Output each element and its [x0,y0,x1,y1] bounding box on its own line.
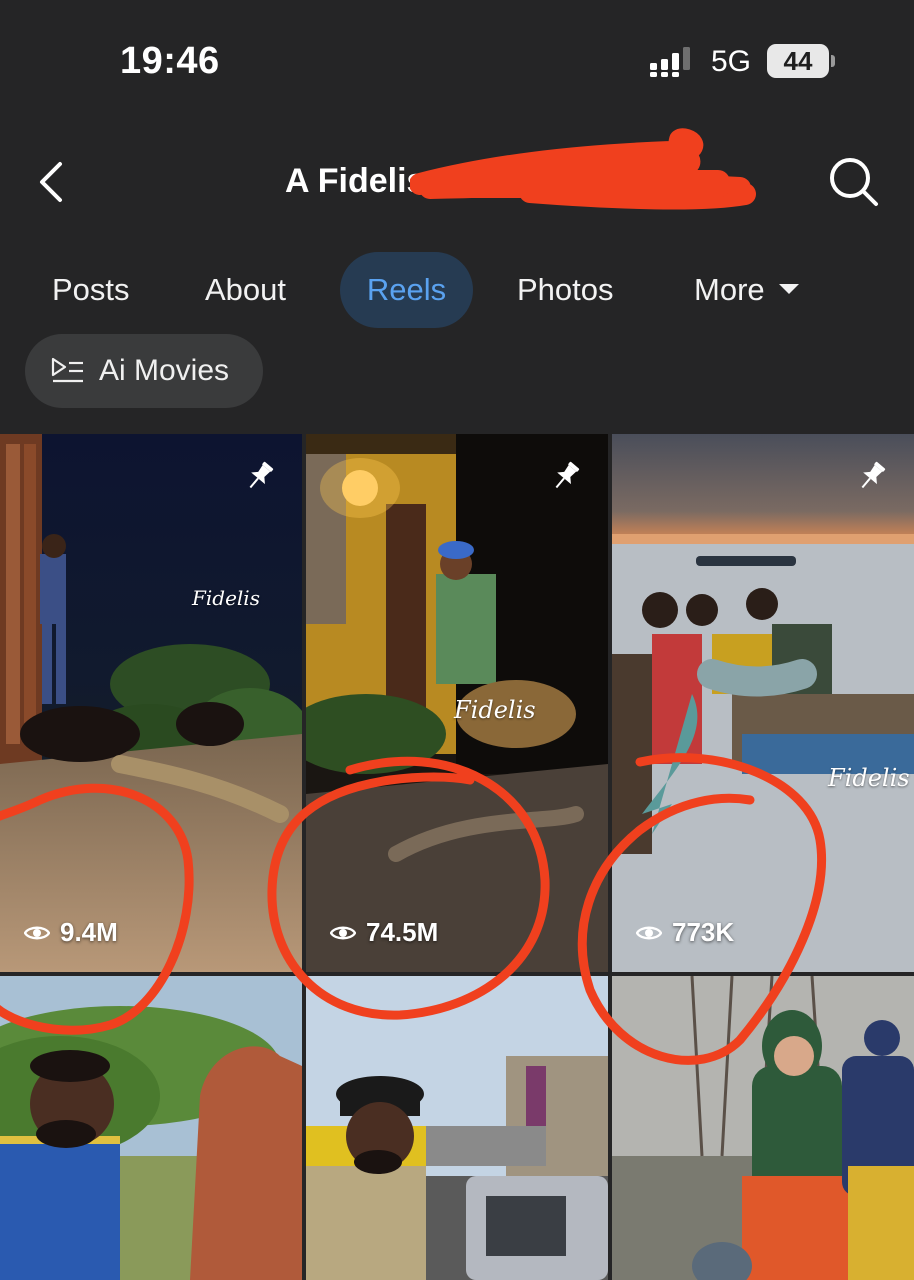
watermark-brand: Fidelis [454,696,536,724]
view-count: 773K [636,917,734,948]
reel-thumbnail [0,434,302,972]
network-type: 5G [711,45,752,78]
eye-icon [330,926,356,939]
reel-tile[interactable] [306,976,608,1280]
reel-tile[interactable]: Fidelis 773K [612,434,914,972]
tab-photos[interactable]: Photos [517,252,614,328]
fidelis-watermark: Fidelis [454,696,536,724]
search-button[interactable] [826,154,882,210]
tab-reels[interactable]: Reels [340,252,473,328]
reel-thumbnail [306,976,608,1280]
page-header: A Fidelis [0,130,914,230]
reel-thumbnail [612,434,914,972]
caret-down-icon [778,283,799,294]
status-bar: 19:46 5G 44 [0,0,914,120]
cellular-signal-icon [650,47,690,77]
battery-level: 44 [767,44,829,78]
ai-movies-chip[interactable]: Ai Movies [25,334,263,408]
profile-tabs: Posts About Reels Photos More [0,250,914,332]
tab-about[interactable]: About [205,252,286,328]
fidelis-watermark: Fidelis [192,586,260,610]
watermark-brand: Fidelis [192,586,260,610]
view-count-value: 773K [672,917,735,947]
tab-posts[interactable]: Posts [52,252,130,328]
eye-icon [24,926,50,939]
view-count: 9.4M [24,917,118,948]
reel-tile[interactable]: Fidelis 9.4M [0,434,302,972]
pin-icon [861,461,886,489]
playlist-icon [51,357,83,383]
status-time: 19:46 [120,40,220,82]
tab-more-label: More [694,272,765,307]
battery-cap [831,55,835,67]
chevron-left-icon [40,162,62,202]
pin-icon [555,461,580,489]
reel-tile[interactable] [0,976,302,1280]
reel-thumbnail [0,976,302,1280]
reel-tile[interactable] [612,976,914,1280]
pin-icon [249,461,274,489]
view-count: 74.5M [330,917,438,948]
back-button[interactable] [28,155,72,209]
view-count-value: 9.4M [60,917,118,947]
fidelis-watermark: Fidelis [828,764,910,792]
reel-tile[interactable]: Fidelis 74.5M [306,434,608,972]
reels-grid: Fidelis 9.4M Fidelis 74.5M Fidelis 773K [0,434,914,1280]
eye-icon [636,926,662,939]
reel-thumbnail [612,976,914,1280]
view-count-value: 74.5M [366,917,439,947]
watermark-brand: Fidelis [828,764,910,792]
search-icon [830,158,878,206]
page-title: A Fidelis [285,162,426,200]
chip-label: Ai Movies [99,354,230,387]
tab-more[interactable]: More [694,252,799,328]
